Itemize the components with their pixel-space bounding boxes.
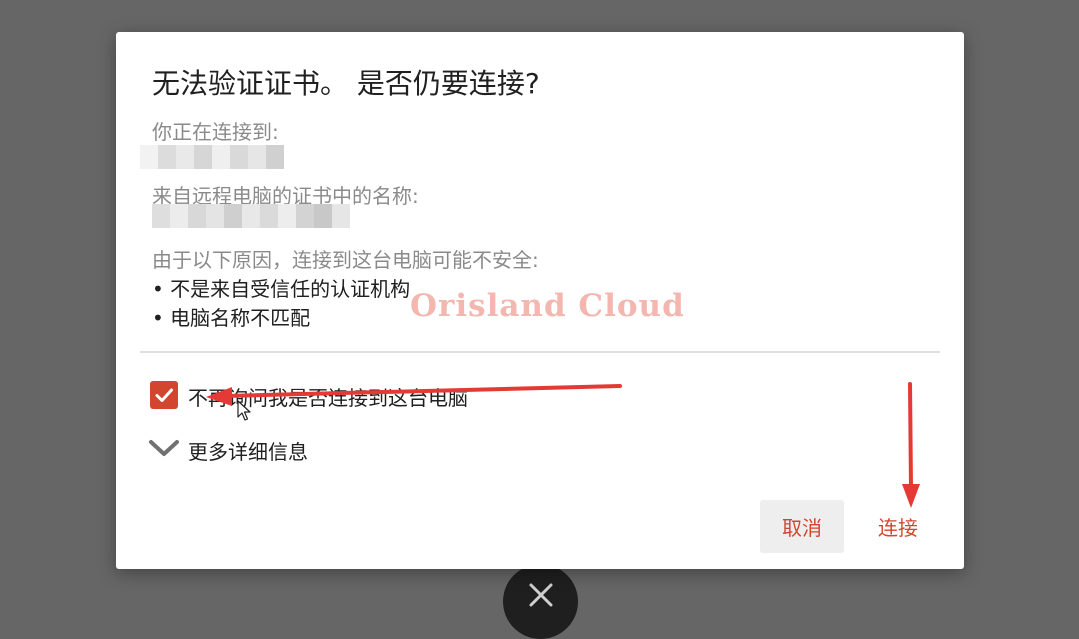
connecting-to-label: 你正在连接到:: [152, 120, 279, 144]
more-details-toggle[interactable]: 更多详细信息: [188, 436, 308, 465]
divider: [140, 351, 940, 353]
dont-ask-label[interactable]: 不再询问我是否连接到这台电脑: [188, 382, 468, 411]
close-icon: [529, 583, 552, 607]
close-session-button[interactable]: [503, 564, 578, 639]
redacted-cert-name: [152, 204, 350, 228]
reason-intro-text: 由于以下原因，连接到这台电脑可能不安全:: [152, 248, 539, 272]
reason-item: • 不是来自受信任的认证机构: [152, 277, 411, 301]
mouse-cursor-icon: [237, 400, 251, 421]
cancel-button[interactable]: 取消: [760, 500, 844, 553]
connect-button[interactable]: 连接: [868, 500, 928, 553]
checkmark-icon: [155, 388, 173, 402]
dialog-title: 无法验证证书。 是否仍要连接?: [152, 67, 540, 100]
reason-item: • 电脑名称不匹配: [152, 306, 311, 330]
chevron-down-icon[interactable]: [148, 437, 180, 459]
dont-ask-checkbox[interactable]: [150, 381, 178, 409]
redacted-host-name: [140, 145, 284, 169]
watermark-text: Orisland Cloud: [410, 288, 685, 324]
certificate-warning-dialog: 无法验证证书。 是否仍要连接? 你正在连接到: 来自远程电脑的证书中的名称: 由…: [116, 32, 964, 569]
